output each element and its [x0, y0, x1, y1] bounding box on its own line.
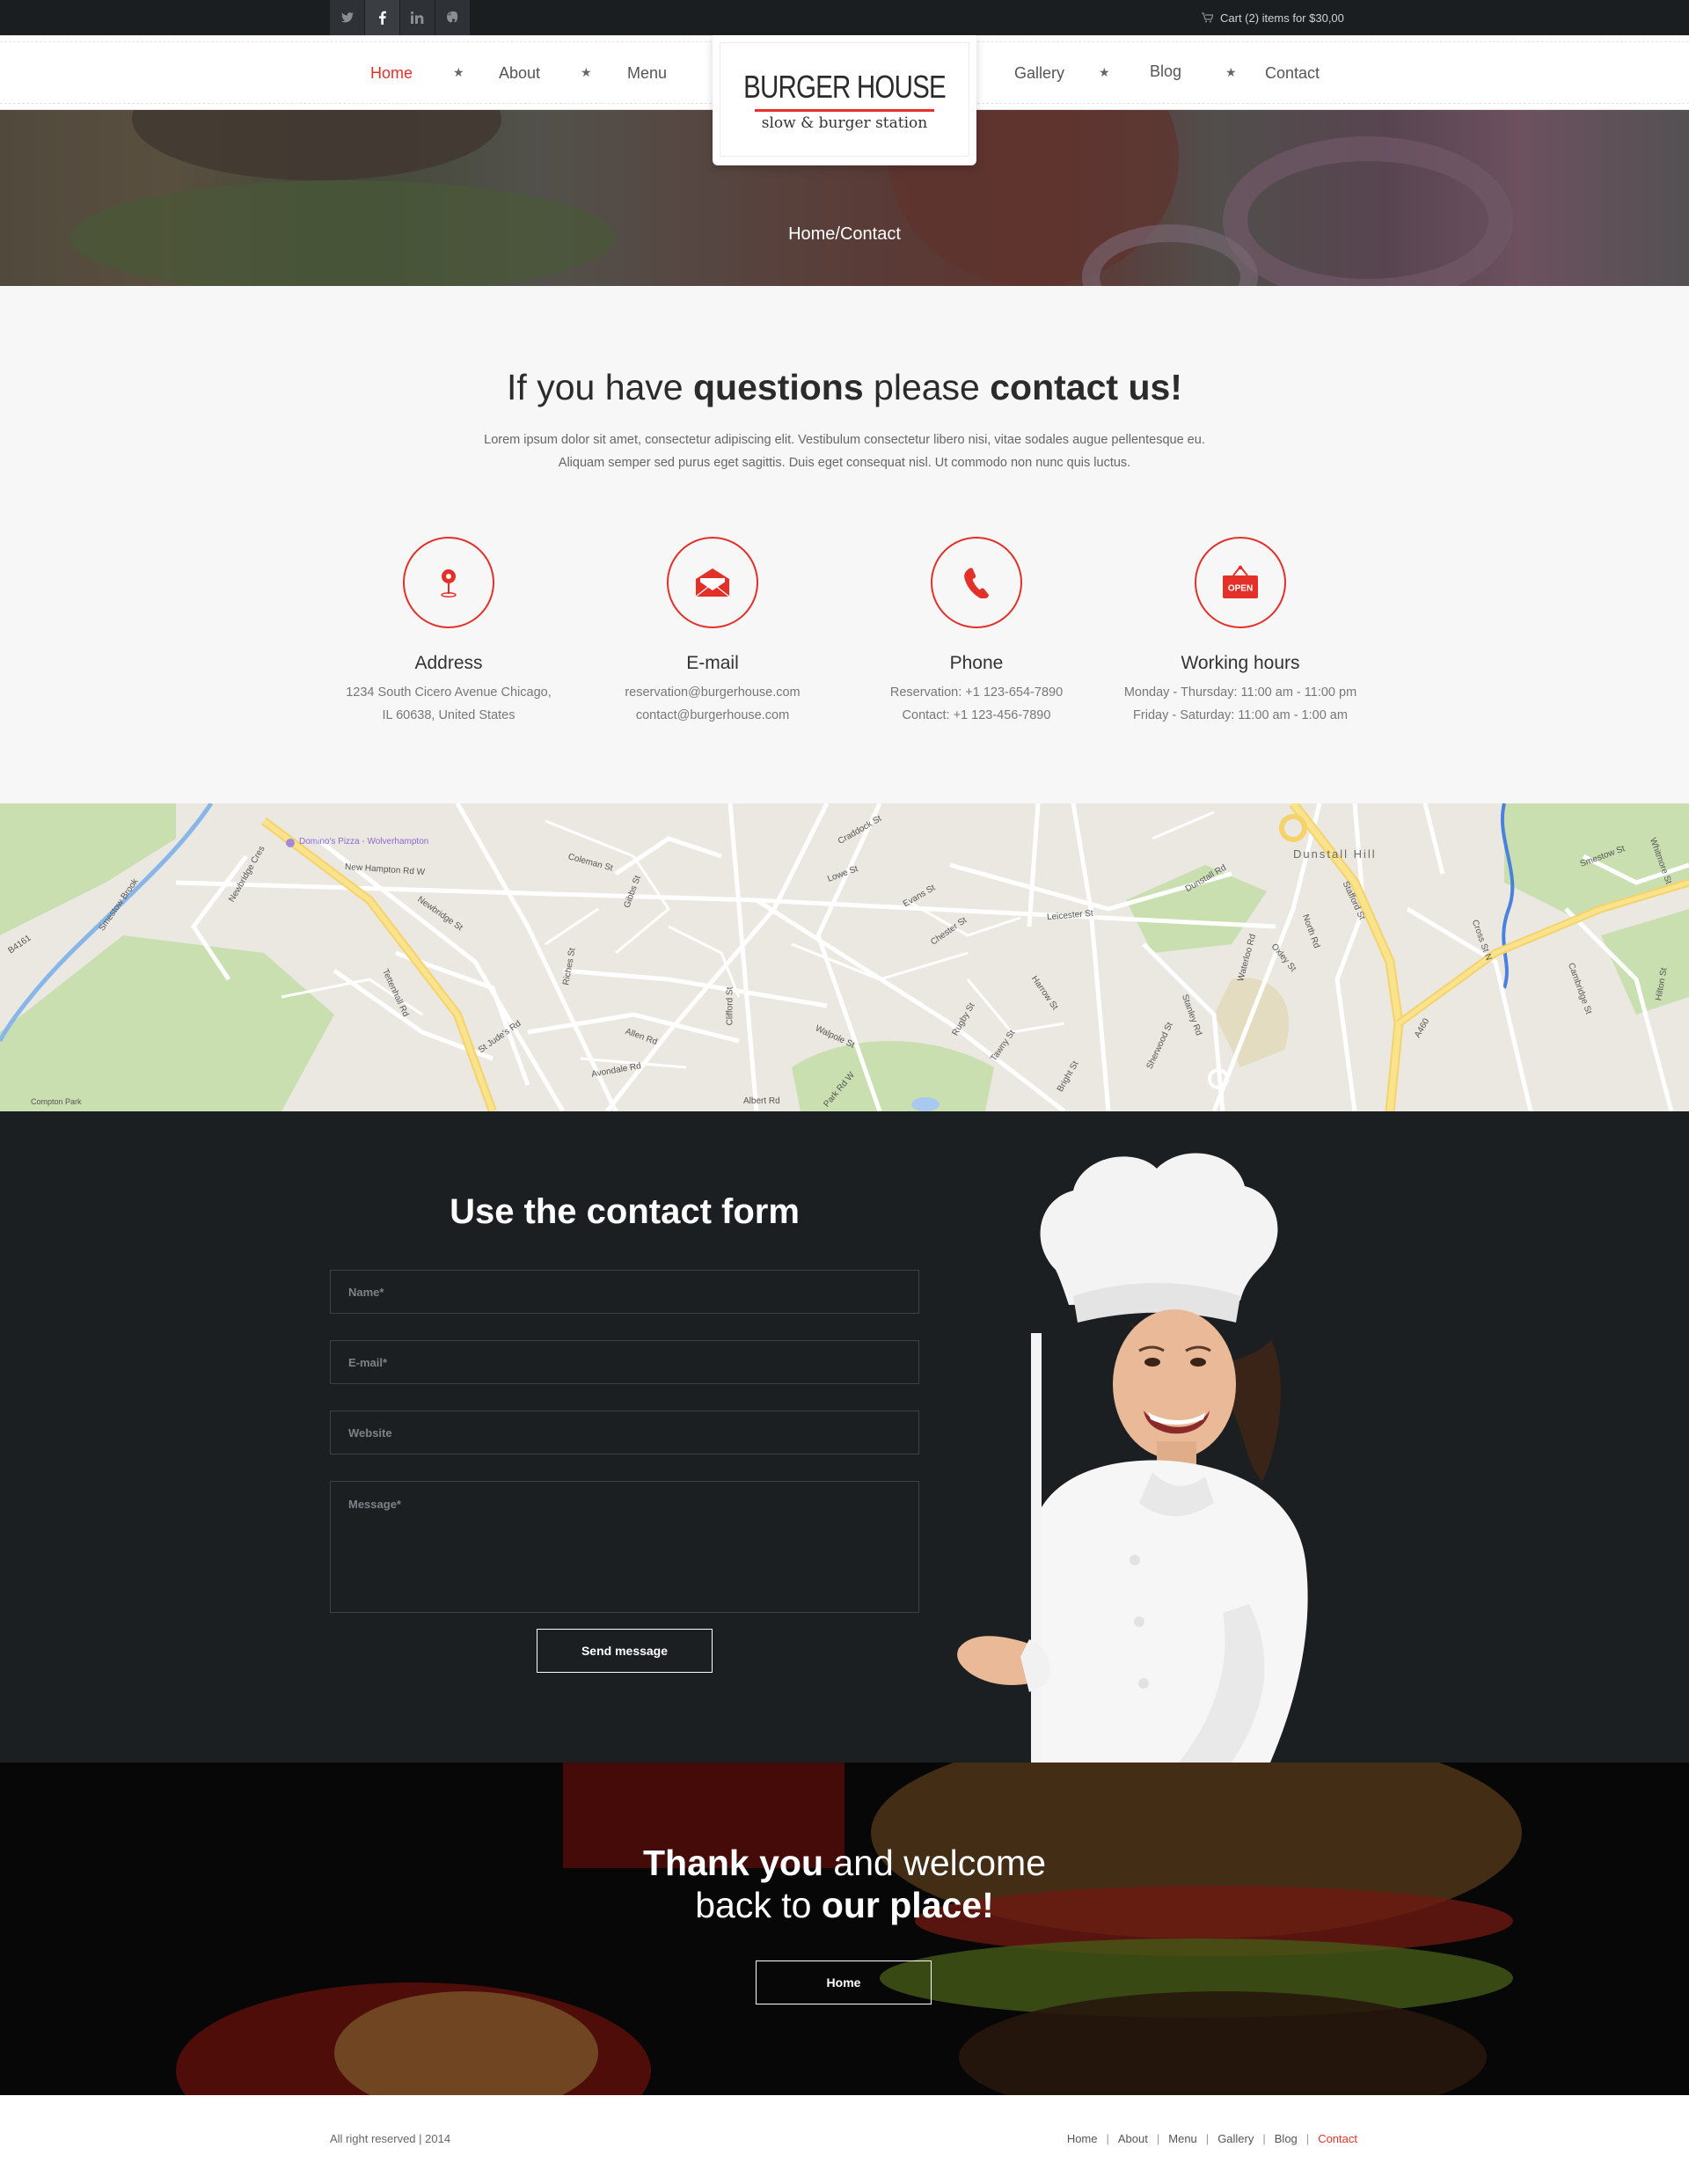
address-line: 1234 South Cicero Avenue Chicago, — [346, 685, 552, 700]
top-bar: Cart (2) items for $30,00 — [0, 0, 1689, 35]
cart-summary[interactable]: Cart (2) items for $30,00 — [1202, 0, 1344, 35]
nav-separator-star: ★ — [1225, 65, 1237, 79]
nav-separator-star: ★ — [581, 65, 592, 79]
email-title: E-mail — [686, 653, 739, 673]
envelope-icon — [667, 537, 758, 628]
footer: All right reserved | 2014 Home | About |… — [0, 2095, 1689, 2184]
footer-separator: | — [1262, 2132, 1266, 2145]
footer-link-about[interactable]: About — [1118, 2132, 1148, 2145]
working-hours-block: OPEN Working hours Monday - Thursday: 11… — [1108, 537, 1372, 727]
map-label: Clifford St — [725, 986, 735, 1026]
footer-separator: | — [1305, 2132, 1310, 2145]
nav-menu[interactable]: Menu — [627, 64, 667, 83]
map-canvas — [0, 803, 1689, 1111]
nav-blog[interactable]: Blog — [1150, 62, 1181, 81]
footer-link-gallery[interactable]: Gallery — [1217, 2132, 1254, 2145]
thank-you-heading: Thank you and welcome back to our place! — [643, 1843, 1046, 1925]
email-field[interactable] — [330, 1340, 919, 1384]
location-map[interactable]: Domino's Pizza - Wolverhampton New Hampt… — [0, 803, 1689, 1111]
nav-separator-star: ★ — [1099, 65, 1110, 79]
footer-separator: | — [1156, 2132, 1160, 2145]
email-link[interactable]: contact@burgerhouse.com — [581, 704, 844, 727]
banner-overlay — [0, 1763, 1689, 2095]
section-description: Lorem ipsum dolor sit amet, consectetur … — [484, 433, 1205, 470]
nav-gallery[interactable]: Gallery — [1014, 64, 1064, 83]
map-pin-icon — [403, 537, 494, 628]
open-sign-icon: OPEN — [1195, 537, 1286, 628]
facebook-icon[interactable] — [365, 0, 400, 35]
nav-home[interactable]: Home — [370, 64, 413, 83]
evernote-icon[interactable] — [435, 0, 471, 35]
nav-about[interactable]: About — [499, 64, 540, 83]
linkedin-icon[interactable] — [400, 0, 435, 35]
map-label: Albert Rd — [743, 1096, 780, 1106]
site-logo[interactable]: BURGER HOUSE slow & burger station — [713, 35, 976, 165]
phone-title: Phone — [949, 653, 1004, 673]
map-label: Dunstall Hill — [1293, 847, 1377, 861]
logo-underline — [755, 109, 934, 112]
twitter-icon[interactable] — [330, 0, 365, 35]
email-link[interactable]: reservation@burgerhouse.com — [581, 681, 844, 704]
breadcrumb[interactable]: Home/Contact — [0, 224, 1689, 245]
contact-info-section: If you have questions please contact us!… — [0, 286, 1689, 803]
map-label: Domino's Pizza - Wolverhampton — [299, 837, 429, 846]
message-field[interactable] — [330, 1481, 919, 1613]
footer-separator: | — [1205, 2132, 1210, 2145]
phone-number[interactable]: Contact: +1 123-456-7890 — [844, 704, 1108, 727]
home-button[interactable]: Home — [756, 1960, 932, 2004]
chef-illustration — [957, 1153, 1308, 1763]
thank-you-banner: Thank you and welcome back to our place!… — [0, 1763, 1689, 2095]
address-block: Address 1234 South Cicero Avenue Chicago… — [317, 537, 581, 727]
footer-separator: | — [1106, 2132, 1109, 2145]
address-title: Address — [414, 653, 483, 673]
phone-number[interactable]: Reservation: +1 123-654-7890 — [844, 681, 1108, 704]
map-label: Compton Park — [31, 1097, 82, 1106]
svg-text:OPEN: OPEN — [1228, 584, 1253, 594]
contact-form-section: Use the contact form Send message — [0, 1111, 1689, 1763]
section-title: If you have questions please contact us! — [507, 367, 1182, 407]
name-field[interactable] — [330, 1270, 919, 1314]
footer-link-menu[interactable]: Menu — [1168, 2132, 1197, 2145]
footer-link-contact[interactable]: Contact — [1318, 2132, 1357, 2145]
send-message-button[interactable]: Send message — [537, 1629, 713, 1673]
working-hours-title: Working hours — [1181, 653, 1300, 673]
website-field[interactable] — [330, 1411, 919, 1455]
footer-nav: Home | About | Menu | Gallery | Blog | C… — [1067, 2132, 1357, 2145]
phone-block: Phone Reservation: +1 123-654-7890 Conta… — [844, 537, 1108, 727]
copyright: All right reserved | 2014 — [330, 2132, 451, 2145]
form-title: Use the contact form — [450, 1192, 800, 1231]
email-block: E-mail reservation@burgerhouse.com conta… — [581, 537, 844, 727]
social-links — [330, 0, 471, 35]
footer-link-home[interactable]: Home — [1067, 2132, 1098, 2145]
nav-separator-star: ★ — [453, 65, 464, 79]
hours-line: Monday - Thursday: 11:00 am - 11:00 pm — [1123, 685, 1357, 700]
footer-link-blog[interactable]: Blog — [1275, 2132, 1298, 2145]
address-line: IL 60638, United States — [382, 708, 515, 722]
logo-subtitle: slow & burger station — [761, 114, 928, 132]
hours-line: Friday - Saturday: 11:00 am - 1:00 am — [1133, 708, 1348, 722]
phone-icon — [931, 537, 1022, 628]
cart-text: Cart (2) items for $30,00 — [1220, 11, 1344, 25]
logo-title: BURGER HOUSE — [743, 69, 946, 105]
nav-contact[interactable]: Contact — [1265, 64, 1320, 83]
cart-icon — [1202, 12, 1213, 23]
